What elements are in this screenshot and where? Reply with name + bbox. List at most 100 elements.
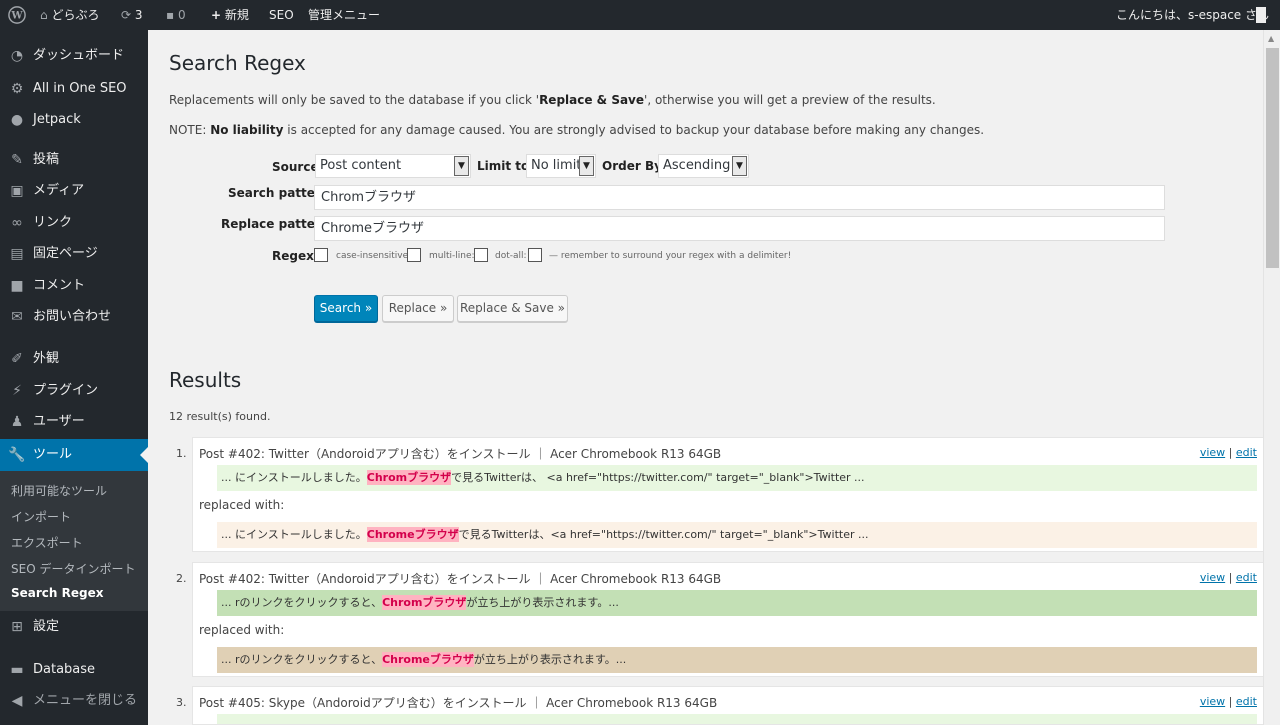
comments-link[interactable]: ▪ 0 xyxy=(166,0,186,30)
comment-icon: ■ xyxy=(10,278,24,294)
sidebar-item-all-in-one-seo[interactable]: ⚙ All in One SEO xyxy=(0,73,148,105)
gear-icon: ⚙ xyxy=(10,81,24,97)
replace-save-button[interactable]: Replace & Save » xyxy=(457,295,568,322)
home-icon: ⌂ xyxy=(40,8,48,22)
sidebar-item-comments[interactable]: ■ コメント xyxy=(0,270,148,302)
dot-all-checkbox[interactable] xyxy=(528,248,542,262)
sidebar-item-label: メニューを閉じる xyxy=(33,693,138,708)
avatar[interactable] xyxy=(1256,7,1266,23)
comments-count: 0 xyxy=(177,8,186,22)
search-button[interactable]: Search » xyxy=(314,295,378,322)
limit-select-value: No limit xyxy=(531,158,582,173)
sidebar-item-label: コメント xyxy=(33,278,86,293)
source-select[interactable]: Post content ▼ xyxy=(315,154,471,178)
submenu-item-search-regex[interactable]: Search Regex xyxy=(11,586,103,600)
sidebar-item-database[interactable]: ▬ Database xyxy=(0,654,148,686)
submenu-item-seo-import[interactable]: SEO データインポート xyxy=(11,560,135,577)
sidebar-item-pages[interactable]: ▤ 固定ページ xyxy=(0,238,148,270)
wordpress-logo-icon[interactable]: W xyxy=(8,0,26,30)
sidebar-item-label: Database xyxy=(33,662,96,677)
sidebar-item-label: 外観 xyxy=(33,351,60,366)
sidebar-item-label: Jetpack xyxy=(33,112,81,127)
scroll-up-icon[interactable]: ▲ xyxy=(1268,34,1274,43)
view-link[interactable]: view xyxy=(1200,695,1225,708)
regex-checkbox[interactable] xyxy=(314,248,328,262)
scrollbar-thumb[interactable] xyxy=(1266,48,1279,268)
match-highlight: Chromブラウザ xyxy=(366,470,452,485)
dashboard-icon: ◔ xyxy=(10,48,24,64)
liability-notice: NOTE: No liability is accepted for any d… xyxy=(169,123,985,137)
sidebar-item-tools[interactable]: 🔧 ツール xyxy=(0,439,148,471)
page-title: Search Regex xyxy=(169,51,306,75)
database-icon: ▬ xyxy=(10,662,24,678)
limit-select[interactable]: No limit ▼ xyxy=(526,154,596,178)
submenu-item-import[interactable]: インポート xyxy=(11,508,71,525)
result-before-line: ... rのリンクをクリックすると、Chromブラウザが立ち上がり表示されます。… xyxy=(217,590,1257,616)
updates-link[interactable]: ⟳ 3 xyxy=(121,0,143,30)
admin-menu-link[interactable]: 管理メニュー xyxy=(308,0,380,30)
page-scrollbar[interactable]: ▲ xyxy=(1263,30,1280,725)
sidebar-item-label: お問い合わせ xyxy=(33,309,112,324)
edit-link[interactable]: edit xyxy=(1236,571,1257,584)
new-content-link[interactable]: + 新規 xyxy=(211,0,249,30)
regex-hint: — remember to surround your regex with a… xyxy=(549,251,792,261)
replace-pattern-input[interactable]: Chromeブラウザ xyxy=(314,216,1165,241)
order-label: Order By: xyxy=(602,159,667,173)
regex-label: Regex: xyxy=(272,249,319,263)
view-link[interactable]: view xyxy=(1200,571,1225,584)
replaced-with-label: replaced with: xyxy=(199,623,285,637)
collapse-icon: ◀ xyxy=(11,693,23,709)
sidebar-item-label: 設定 xyxy=(33,619,60,634)
submenu-item-available-tools[interactable]: 利用可能なツール xyxy=(11,482,107,499)
mail-icon: ✉ xyxy=(11,309,23,325)
sidebar-item-label: ダッシュボード xyxy=(33,48,125,63)
sidebar-item-label: ツール xyxy=(33,447,73,462)
media-icon: ▣ xyxy=(10,183,24,199)
sidebar-item-users[interactable]: ♟ ユーザー xyxy=(0,406,148,438)
replace-notice: Replacements will only be saved to the d… xyxy=(169,93,936,107)
result-item: Post #402: Twitter（Andoroidアプリ含む）をインストール… xyxy=(192,437,1264,552)
pin-icon: ✎ xyxy=(11,152,23,168)
result-item: Post #405: Skype（Andoroidアプリ含む）をインストール ｜… xyxy=(192,686,1264,725)
result-actions: view | edit xyxy=(1199,571,1257,584)
user-icon: ♟ xyxy=(10,414,24,430)
sidebar-item-plugins[interactable]: ⚡ プラグイン xyxy=(0,375,148,407)
plugin-icon: ⚡ xyxy=(12,383,22,399)
case-insensitive-checkbox[interactable] xyxy=(407,248,421,262)
seo-link[interactable]: SEO xyxy=(269,0,294,30)
brush-icon: ✐ xyxy=(11,351,23,367)
sidebar-collapse-menu[interactable]: ◀ メニューを閉じる xyxy=(0,685,148,717)
sidebar-item-contact[interactable]: ✉ お問い合わせ xyxy=(0,301,148,333)
replaced-with-label: replaced with: xyxy=(199,498,285,512)
result-before-line: ... にインストールしました。Chromブラウザで見るTwitterは、 <a… xyxy=(217,465,1257,491)
edit-link[interactable]: edit xyxy=(1236,446,1257,459)
sidebar-item-jetpack[interactable]: ● Jetpack xyxy=(0,104,148,136)
site-name-link[interactable]: ⌂ どらぶろ xyxy=(40,0,99,30)
result-title: Post #405: Skype（Andoroidアプリ含む）をインストール ｜… xyxy=(199,696,718,710)
user-greeting[interactable]: こんにちは、s-espace さん xyxy=(1116,0,1269,30)
case-insensitive-label: case-insensitive: xyxy=(336,251,412,261)
submenu-item-export[interactable]: エクスポート xyxy=(11,534,83,551)
sidebar-item-links[interactable]: ∞ リンク xyxy=(0,207,148,239)
sidebar-item-dashboard[interactable]: ◔ ダッシュボード xyxy=(0,40,148,72)
chevron-down-icon: ▼ xyxy=(579,156,594,176)
sidebar-item-media[interactable]: ▣ メディア xyxy=(0,175,148,207)
chevron-down-icon: ▼ xyxy=(732,156,747,176)
view-link[interactable]: view xyxy=(1200,446,1225,459)
result-number: 3. xyxy=(176,696,187,709)
edit-link[interactable]: edit xyxy=(1236,695,1257,708)
replace-button[interactable]: Replace » xyxy=(382,295,454,322)
result-actions: view | edit xyxy=(1199,695,1257,708)
sidebar-item-appearance[interactable]: ✐ 外観 xyxy=(0,343,148,375)
sidebar-item-label: 固定ページ xyxy=(33,246,98,261)
sidebar-item-posts[interactable]: ✎ 投稿 xyxy=(0,144,148,176)
sidebar-item-label: ユーザー xyxy=(33,414,85,429)
result-before-line xyxy=(217,714,1257,724)
plus-icon: + xyxy=(211,8,222,22)
order-select[interactable]: Ascending ▼ xyxy=(658,154,749,178)
search-pattern-input[interactable]: Chromブラウザ xyxy=(314,185,1165,210)
multi-line-checkbox[interactable] xyxy=(474,248,488,262)
sidebar-item-label: 投稿 xyxy=(33,152,60,167)
result-actions: view | edit xyxy=(1199,446,1257,459)
sidebar-item-settings[interactable]: ⊞ 設定 xyxy=(0,611,148,643)
